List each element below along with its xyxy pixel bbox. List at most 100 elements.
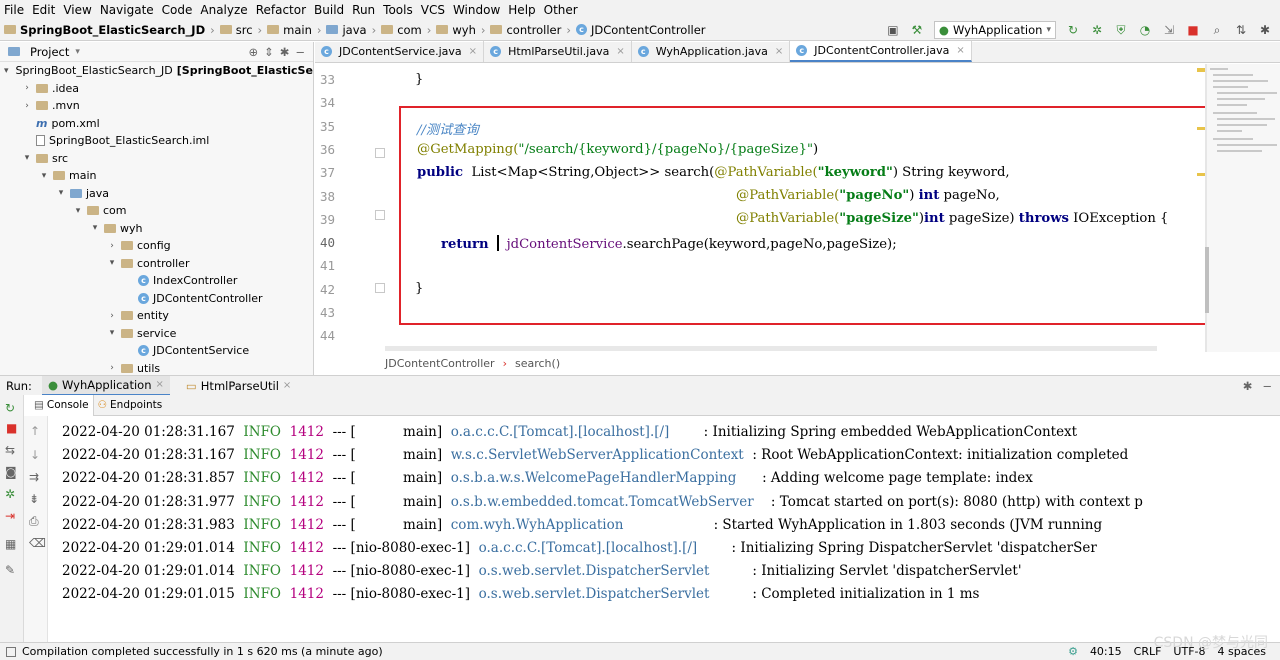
- chevron-right-icon[interactable]: ›: [106, 311, 118, 321]
- layout-icon[interactable]: ▦: [5, 537, 16, 551]
- rerun-icon[interactable]: ↻: [1066, 23, 1080, 37]
- layout-icon[interactable]: ▣: [886, 23, 900, 37]
- tree-item[interactable]: c JDContentController: [0, 290, 313, 308]
- rerun-icon[interactable]: ↻: [5, 401, 15, 415]
- profile-icon[interactable]: ◔: [1138, 23, 1152, 37]
- debug-icon[interactable]: ✲: [5, 487, 15, 501]
- camera-icon[interactable]: ◙: [5, 465, 17, 479]
- coverage-icon[interactable]: ⛨: [1114, 23, 1128, 37]
- chevron-down-icon[interactable]: ▾: [75, 47, 80, 57]
- tree-item[interactable]: ▾ service: [0, 325, 313, 343]
- chevron-down-icon[interactable]: ▾: [106, 258, 118, 268]
- menu-analyze[interactable]: Analyze: [200, 3, 247, 17]
- fold-marker-icon[interactable]: [375, 283, 385, 293]
- menu-build[interactable]: Build: [314, 3, 344, 17]
- close-icon[interactable]: ×: [956, 45, 964, 56]
- chevron-down-icon[interactable]: ▾: [55, 188, 67, 198]
- print-icon[interactable]: ⎙: [29, 514, 39, 529]
- editor-tab[interactable]: c WyhApplication.java ×: [632, 41, 791, 62]
- trash-icon[interactable]: ⌫: [29, 536, 46, 550]
- chevron-right-icon[interactable]: ›: [21, 83, 33, 93]
- editor-tab[interactable]: c JDContentController.java ×: [790, 41, 972, 62]
- chevron-down-icon[interactable]: ▾: [72, 206, 84, 216]
- build-hammer-icon[interactable]: ⚒: [910, 23, 924, 37]
- editor-tab[interactable]: c HtmlParseUtil.java ×: [484, 41, 632, 62]
- stop-icon[interactable]: ■: [1186, 23, 1200, 37]
- tree-item[interactable]: ▾ SpringBoot_ElasticSearch_JD [SpringBoot_…: [0, 62, 313, 80]
- fold-marker-icon[interactable]: [375, 148, 385, 158]
- status-icon[interactable]: [6, 646, 16, 657]
- tree-item[interactable]: › .idea: [0, 80, 313, 98]
- menu-other[interactable]: Other: [544, 3, 578, 17]
- chevron-down-icon[interactable]: ▾: [106, 328, 118, 338]
- restore-layout-icon[interactable]: ⇆: [5, 443, 15, 457]
- menu-file[interactable]: File: [4, 3, 24, 17]
- menu-help[interactable]: Help: [508, 3, 535, 17]
- search-icon[interactable]: ⌕: [1210, 23, 1224, 37]
- close-icon[interactable]: ×: [156, 379, 164, 390]
- breadcrumb-class[interactable]: JDContentController: [385, 357, 495, 370]
- menu-window[interactable]: Window: [453, 3, 500, 17]
- hide-icon[interactable]: −: [295, 45, 305, 59]
- breadcrumb-wyh[interactable]: wyh: [452, 23, 476, 37]
- close-icon[interactable]: ×: [775, 46, 783, 57]
- tree-item[interactable]: c IndexController: [0, 272, 313, 290]
- down-icon[interactable]: ↓: [30, 448, 40, 462]
- breadcrumb-controller[interactable]: controller: [506, 23, 561, 37]
- up-icon[interactable]: ↑: [30, 424, 40, 438]
- git-icon[interactable]: ⚙: [1068, 645, 1078, 658]
- exit-icon[interactable]: ⇥: [5, 509, 15, 523]
- debug-icon[interactable]: ✲: [1090, 23, 1104, 37]
- tree-item[interactable]: ▾ controller: [0, 255, 313, 273]
- gear-icon[interactable]: ✱: [280, 45, 290, 59]
- chevron-down-icon[interactable]: ▾: [4, 66, 9, 76]
- tree-item[interactable]: m pom.xml: [0, 115, 313, 133]
- run-config-select[interactable]: ● WyhApplication ▾: [933, 21, 1056, 39]
- run-tab-htmlparse[interactable]: ▭ HtmlParseUtil ×: [180, 379, 297, 393]
- editor-tab[interactable]: c JDContentService.java ×: [315, 41, 485, 62]
- menu-tools[interactable]: Tools: [383, 3, 413, 17]
- hide-icon[interactable]: −: [1262, 379, 1272, 393]
- menu-navigate[interactable]: Navigate: [100, 3, 154, 17]
- collapse-icon[interactable]: ⇕: [264, 45, 274, 59]
- tree-item[interactable]: › utils: [0, 360, 313, 377]
- console-tab[interactable]: ▤ Console: [30, 394, 94, 416]
- gear-icon[interactable]: ✱: [1243, 379, 1253, 393]
- pin-icon[interactable]: ✎: [5, 563, 15, 577]
- breadcrumb-file[interactable]: JDContentController: [591, 23, 706, 37]
- horizontal-scrollbar[interactable]: [385, 346, 1157, 351]
- tree-item[interactable]: ▾ wyh: [0, 220, 313, 238]
- menu-code[interactable]: Code: [162, 3, 193, 17]
- tree-item[interactable]: ▾ java: [0, 185, 313, 203]
- scroll-end-icon[interactable]: ⇟: [29, 492, 39, 506]
- tree-item[interactable]: ▾ com: [0, 202, 313, 220]
- wrap-icon[interactable]: ⇉: [29, 470, 39, 484]
- tree-item[interactable]: c JDContentService: [0, 342, 313, 360]
- locate-icon[interactable]: ⊕: [248, 45, 258, 59]
- breadcrumb-project[interactable]: SpringBoot_ElasticSearch_JD: [20, 23, 205, 37]
- chevron-right-icon[interactable]: ›: [106, 241, 118, 251]
- chevron-down-icon[interactable]: ▾: [38, 171, 50, 181]
- attach-icon[interactable]: ⇲: [1162, 23, 1176, 37]
- fold-marker-icon[interactable]: [375, 210, 385, 220]
- endpoints-tab[interactable]: ⚇ Endpoints: [94, 395, 167, 416]
- menu-refactor[interactable]: Refactor: [256, 3, 306, 17]
- console-output[interactable]: 2022-04-20 01:28:31.167 INFO 1412 --- [ …: [48, 416, 1280, 645]
- chevron-down-icon[interactable]: ▾: [89, 223, 101, 233]
- breadcrumb-java[interactable]: java: [342, 23, 366, 37]
- stop-icon[interactable]: ■: [6, 421, 17, 435]
- tree-item[interactable]: SpringBoot_ElasticSearch.iml: [0, 132, 313, 150]
- tree-item[interactable]: › .mvn: [0, 97, 313, 115]
- project-panel-title[interactable]: Project: [30, 45, 69, 59]
- breadcrumb-com[interactable]: com: [397, 23, 422, 37]
- close-icon[interactable]: ×: [616, 46, 624, 57]
- chevron-right-icon[interactable]: ›: [106, 363, 118, 373]
- breadcrumb-src[interactable]: src: [236, 23, 253, 37]
- chevron-right-icon[interactable]: ›: [21, 101, 33, 111]
- close-icon[interactable]: ×: [283, 380, 291, 391]
- close-icon[interactable]: ×: [469, 46, 477, 57]
- menu-vcs[interactable]: VCS: [421, 3, 445, 17]
- tree-item[interactable]: ▾ src: [0, 150, 313, 168]
- tree-item[interactable]: › config: [0, 237, 313, 255]
- breadcrumb-main[interactable]: main: [283, 23, 312, 37]
